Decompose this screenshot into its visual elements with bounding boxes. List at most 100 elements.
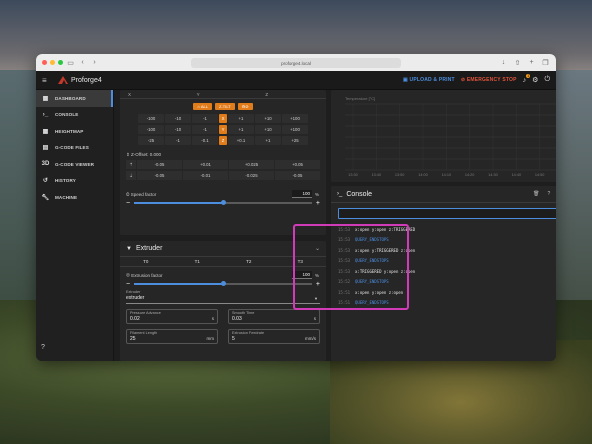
tool-t2-button[interactable]: T2 bbox=[223, 257, 275, 266]
chart-x-tick: 14:50 bbox=[535, 173, 545, 177]
extrusion-factor-slider[interactable]: − + bbox=[126, 281, 320, 288]
jog-x-button[interactable]: -100 bbox=[138, 114, 164, 123]
3d-icon: 3D bbox=[41, 161, 50, 168]
temperature-chart-plot: Temperature [°C] 13:30 13:40 13:50 14:00 14:… bbox=[345, 96, 556, 177]
extrusion-feedrate-label: Extrusion Feedrate bbox=[232, 331, 265, 335]
zoffset-label: ⇕ Z-Offset: 0.000 bbox=[120, 147, 326, 160]
upload-print-button[interactable]: ▣ UPLOAD & PRINT bbox=[403, 77, 455, 83]
trash-icon[interactable]: 🗑︎ bbox=[533, 191, 539, 197]
sidebar-item-heightmap[interactable]: ▦ HEIGHTMAP bbox=[36, 123, 113, 140]
plus-icon[interactable]: + bbox=[312, 200, 320, 207]
console-title: Console bbox=[346, 190, 373, 198]
jog-y-button[interactable]: -100 bbox=[138, 125, 164, 134]
console-input[interactable]: ➤ bbox=[338, 208, 556, 219]
tab-overview-icon[interactable]: ❐ bbox=[541, 58, 550, 67]
pressure-advance-value: 0.02 bbox=[130, 316, 140, 322]
jog-y-button[interactable]: +1 bbox=[228, 125, 254, 134]
zoffset-button[interactable]: +0.01 bbox=[183, 160, 228, 169]
back-icon[interactable]: ‹ bbox=[78, 58, 87, 67]
maximize-window-button[interactable] bbox=[58, 60, 63, 65]
jog-x-button[interactable]: -10 bbox=[165, 114, 191, 123]
help-icon[interactable]: ? bbox=[548, 191, 551, 197]
sidebar-item-gcode-viewer[interactable]: 3D G-CODE VIEWER bbox=[36, 156, 113, 173]
share-icon[interactable]: ⇧ bbox=[513, 58, 522, 67]
wrench-icon: 🔧︎ bbox=[41, 194, 50, 201]
notification-badge: 1 bbox=[526, 73, 531, 78]
chart-ylabel: Temperature [°C] bbox=[345, 96, 375, 101]
jog-z-button[interactable]: -0.1 bbox=[192, 136, 218, 145]
pressure-advance-field[interactable]: Pressure Advance 0.02 s bbox=[126, 309, 218, 324]
zoffset-button[interactable]: +0.05 bbox=[275, 160, 320, 169]
zoffset-button[interactable]: -0.025 bbox=[229, 171, 274, 180]
jog-x-button[interactable]: -1 bbox=[192, 114, 218, 123]
address-bar[interactable]: proforge4.local bbox=[191, 58, 401, 68]
sidebar-toggle-icon[interactable]: ▭ bbox=[66, 58, 75, 67]
speed-factor-slider[interactable]: − + bbox=[126, 200, 320, 207]
jog-z-button[interactable]: +0.1 bbox=[228, 136, 254, 145]
jog-z-button[interactable]: -25 bbox=[138, 136, 164, 145]
jog-z-button[interactable]: -1 bbox=[165, 136, 191, 145]
file-icon: ▤ bbox=[42, 145, 49, 152]
settings-icon[interactable]: ⚙ bbox=[532, 76, 538, 84]
zoffset-button[interactable]: -0.05 bbox=[137, 171, 182, 180]
minus-icon[interactable]: − bbox=[126, 281, 134, 288]
home-all-button[interactable]: ⌂ ALL bbox=[193, 103, 212, 110]
jog-x-button[interactable]: +100 bbox=[282, 114, 308, 123]
chart-x-tick: 14:20 bbox=[465, 173, 475, 177]
jog-z-button[interactable]: +25 bbox=[282, 136, 308, 145]
tool-t1-button[interactable]: T1 bbox=[172, 257, 224, 266]
menu-icon[interactable]: ≡ bbox=[42, 76, 54, 85]
jog-x-button[interactable]: +1 bbox=[228, 114, 254, 123]
chart-x-tick: 13:50 bbox=[395, 173, 405, 177]
smooth-time-field[interactable]: Smooth Time 0.03 s bbox=[228, 309, 320, 324]
sidebar-item-gcode-files[interactable]: ▤ G-CODE FILES bbox=[36, 140, 113, 157]
extruder-select[interactable]: Extruder extruder ▼ bbox=[126, 290, 320, 304]
help-icon[interactable]: ? bbox=[41, 344, 45, 351]
slider-handle[interactable] bbox=[220, 200, 226, 206]
motors-off-icon: ⚙⊘ bbox=[241, 104, 249, 109]
jog-y-button[interactable]: -1 bbox=[192, 125, 218, 134]
motors-off-button[interactable]: ⚙⊘ bbox=[237, 103, 253, 110]
axis-z-label: Z bbox=[265, 91, 269, 97]
minus-icon[interactable]: − bbox=[126, 200, 134, 207]
history-icon: ↺ bbox=[42, 178, 49, 185]
minimize-window-button[interactable] bbox=[50, 60, 55, 65]
tool-t0-button[interactable]: T0 bbox=[120, 257, 172, 266]
sidebar-item-history[interactable]: ↺ HISTORY bbox=[36, 173, 113, 190]
extruder-icon: ▼ bbox=[126, 245, 132, 252]
extrusion-feedrate-value: 5 bbox=[232, 336, 235, 342]
extrusion-feedrate-field[interactable]: Extrusion Feedrate 5 mm/s bbox=[228, 329, 320, 344]
chart-x-tick: 14:00 bbox=[418, 173, 428, 177]
zoffset-button[interactable]: -0.01 bbox=[183, 171, 228, 180]
emergency-stop-label: EMERGENCY STOP bbox=[466, 77, 517, 83]
close-window-button[interactable] bbox=[42, 60, 47, 65]
new-tab-icon[interactable]: + bbox=[527, 58, 536, 67]
filament-length-field[interactable]: Filament Length 25 mm bbox=[126, 329, 218, 344]
slider-handle[interactable] bbox=[220, 281, 226, 287]
zoffset-button[interactable]: -0.05 bbox=[275, 171, 320, 180]
jog-y-button[interactable]: +10 bbox=[255, 125, 281, 134]
power-icon[interactable]: ⏻ bbox=[544, 76, 550, 84]
sidebar-item-machine[interactable]: 🔧︎ MACHINE bbox=[36, 189, 113, 206]
sidebar-item-dashboard[interactable]: ▦ DASHBOARD bbox=[36, 90, 113, 107]
axis-y-label: Y bbox=[219, 125, 227, 134]
filament-length-label: Filament Length bbox=[130, 331, 158, 335]
axis-x-label: X bbox=[128, 91, 132, 97]
z-tilt-button[interactable]: Z-TILT bbox=[215, 103, 235, 110]
jog-y-button[interactable]: +100 bbox=[282, 125, 308, 134]
zoffset-button[interactable]: +0.025 bbox=[229, 160, 274, 169]
download-icon[interactable]: ↓ bbox=[499, 58, 508, 67]
notifications-button[interactable]: ♪ 1 bbox=[523, 73, 531, 84]
sidebar-item-label: CONSOLE bbox=[55, 112, 79, 118]
speed-factor-input[interactable]: 100 bbox=[292, 190, 312, 198]
grid-icon: ▦ bbox=[42, 128, 49, 135]
jog-y-button[interactable]: -10 bbox=[165, 125, 191, 134]
axis-x-label: X bbox=[219, 114, 227, 123]
sidebar-item-label: HEIGHTMAP bbox=[55, 128, 84, 134]
jog-z-button[interactable]: +1 bbox=[255, 136, 281, 145]
emergency-stop-button[interactable]: ⊘ EMERGENCY STOP bbox=[461, 77, 517, 83]
sidebar-item-console[interactable]: ›_ CONSOLE bbox=[36, 107, 113, 124]
zoffset-button[interactable]: -0.05 bbox=[137, 160, 182, 169]
forward-icon[interactable]: › bbox=[90, 58, 99, 67]
jog-x-button[interactable]: +10 bbox=[255, 114, 281, 123]
